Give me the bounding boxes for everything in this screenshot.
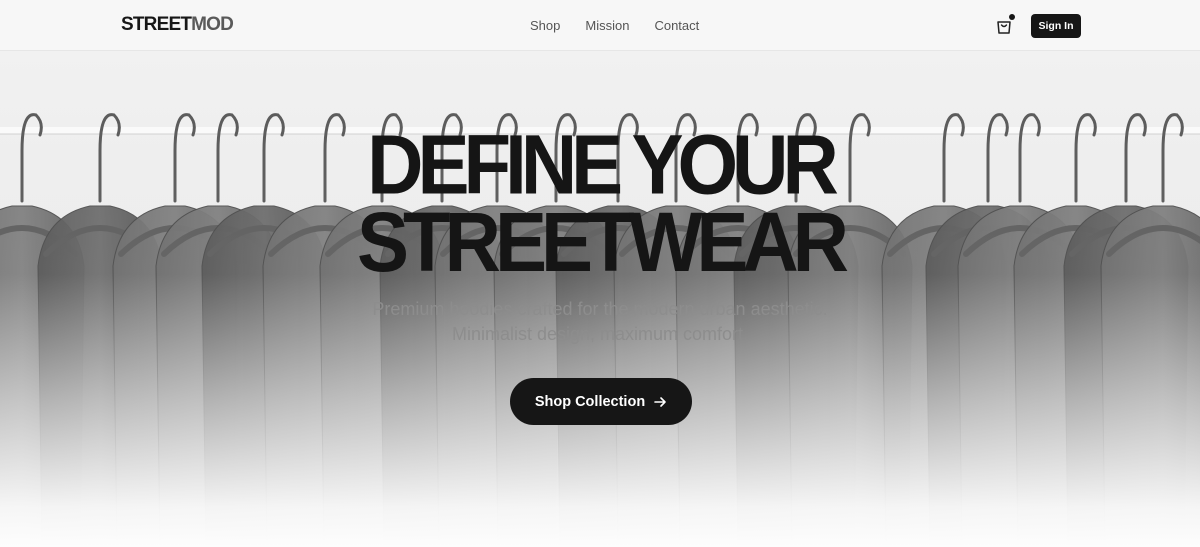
hero-subtitle-line1: Premium hoodies crafted for the modern u…: [372, 299, 828, 319]
hero-subtitle-line2: Minimalist design, maximum comfort.: [451, 324, 749, 344]
cart-badge-dot: [1009, 14, 1015, 20]
hero-headline-line1: DEFINE YOUR: [367, 116, 839, 212]
brand-logo-part2: MOD: [191, 14, 234, 35]
site-header: STREETMOD Shop Mission Contact Sign In: [0, 0, 1200, 51]
nav-link-mission[interactable]: Mission: [585, 18, 629, 34]
shop-collection-button[interactable]: Shop Collection: [510, 378, 692, 425]
arrow-right-icon: [654, 396, 666, 407]
hero-section: DEFINE YOUR STREETWEAR Premium hoodies c…: [0, 51, 1200, 547]
brand-logo[interactable]: STREETMOD: [121, 14, 234, 36]
nav-link-shop[interactable]: Shop: [530, 18, 560, 34]
nav-link-contact[interactable]: Contact: [654, 18, 699, 34]
hero-headline-line2: STREETWEAR: [357, 194, 849, 290]
brand-logo-part1: STREET: [121, 14, 192, 35]
main-nav: Shop Mission Contact: [530, 18, 699, 34]
hero-subtitle: Premium hoodies crafted for the modern u…: [0, 297, 1200, 347]
shop-collection-label: Shop Collection: [534, 393, 646, 410]
sign-in-button[interactable]: Sign In: [1031, 14, 1081, 38]
hero-headline: DEFINE YOUR STREETWEAR: [0, 116, 1200, 290]
